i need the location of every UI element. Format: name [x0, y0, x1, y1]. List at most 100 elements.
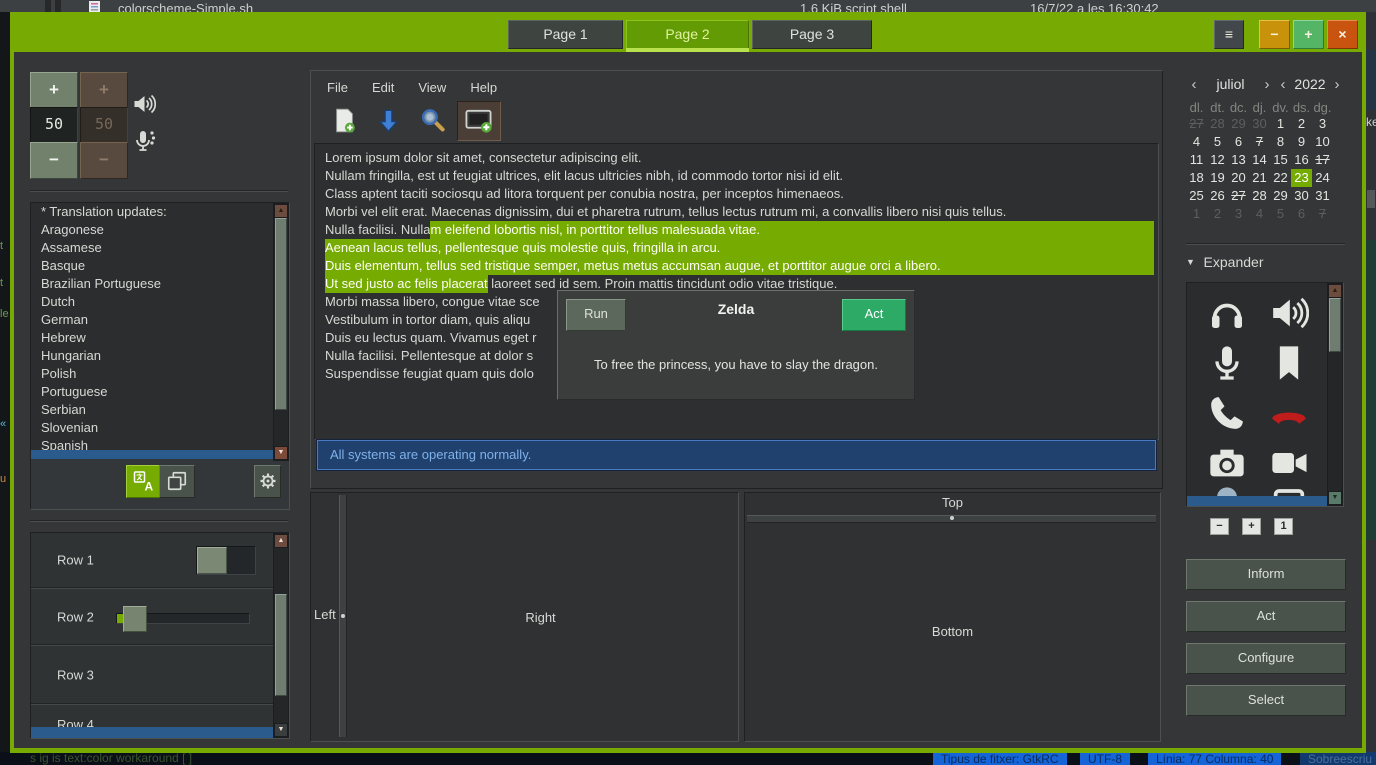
translation-item[interactable]: Brazilian Portuguese — [31, 275, 287, 293]
spin-down-button[interactable]: − — [30, 142, 78, 179]
calendar-day[interactable]: 27 — [1186, 115, 1207, 133]
calendar-day[interactable]: 7 — [1249, 133, 1270, 151]
configure-button[interactable]: Configure — [1186, 643, 1346, 674]
calendar-day[interactable]: 18 — [1186, 169, 1207, 187]
microphone-icon[interactable] — [1207, 343, 1247, 383]
inform-button[interactable]: Inform — [1186, 559, 1346, 590]
translation-item[interactable]: Slovenian — [31, 419, 287, 437]
maximize-button[interactable]: + — [1293, 20, 1324, 49]
calendar-day[interactable]: 9 — [1291, 133, 1312, 151]
minimize-button[interactable]: − — [1259, 20, 1290, 49]
calendar-next-year-icon[interactable]: › — [1329, 76, 1345, 93]
zoom-normal-button[interactable]: 1 — [1274, 518, 1293, 535]
scroll-up-icon[interactable]: ▲ — [274, 204, 288, 218]
calendar-day-selected[interactable]: 23 — [1291, 169, 1312, 187]
scroll-down-icon[interactable]: ▼ — [1328, 491, 1342, 505]
calendar-day[interactable]: 4 — [1186, 133, 1207, 151]
calendar-day[interactable]: 5 — [1207, 133, 1228, 151]
calendar-day[interactable]: 27 — [1228, 187, 1249, 205]
calendar-day[interactable]: 22 — [1270, 169, 1291, 187]
calendar-day[interactable]: 19 — [1207, 169, 1228, 187]
calendar-day[interactable]: 29 — [1228, 115, 1249, 133]
window-menu-button[interactable]: ≡ — [1214, 20, 1244, 49]
translations-list[interactable]: * Translation updates: Aragonese Assames… — [31, 203, 287, 459]
calendar-prev-month-icon[interactable]: ‹ — [1186, 76, 1202, 93]
scrollbar-thumb[interactable] — [275, 218, 287, 410]
calendar-day[interactable]: 10 — [1312, 133, 1333, 151]
translations-scrollbar[interactable]: ▲ ▼ — [273, 203, 289, 461]
bookmark-icon[interactable] — [1269, 343, 1309, 383]
calendar-day[interactable]: 2 — [1291, 115, 1312, 133]
calendar-day[interactable]: 1 — [1270, 115, 1291, 133]
calendar-day[interactable]: 3 — [1228, 205, 1249, 223]
scroll-down-icon[interactable]: ▼ — [274, 723, 288, 737]
selected-row-partial[interactable] — [31, 727, 274, 738]
calendar-day[interactable]: 1 — [1186, 205, 1207, 223]
calendar-day[interactable]: 12 — [1207, 151, 1228, 169]
translation-item[interactable]: Hebrew — [31, 329, 287, 347]
calendar-day[interactable]: 30 — [1249, 115, 1270, 133]
copy-button[interactable] — [159, 465, 195, 498]
calendar-day[interactable]: 14 — [1249, 151, 1270, 169]
tab-page-2[interactable]: Page 2 — [626, 20, 749, 49]
calendar-next-month-icon[interactable]: › — [1259, 76, 1275, 93]
display-add-button-pressed[interactable] — [457, 101, 501, 141]
calendar-day[interactable]: 13 — [1228, 151, 1249, 169]
translation-item[interactable]: Assamese — [31, 239, 287, 257]
list-row-1[interactable]: Row 1 — [31, 533, 274, 588]
calendar-day[interactable]: 20 — [1228, 169, 1249, 187]
calendar-day[interactable]: 2 — [1207, 205, 1228, 223]
calendar-day[interactable]: 21 — [1249, 169, 1270, 187]
calendar-day[interactable]: 17 — [1312, 151, 1333, 169]
scrollbar-thumb[interactable] — [1329, 298, 1341, 352]
camera-icon[interactable] — [1207, 443, 1247, 483]
selected-row-partial[interactable] — [1187, 496, 1328, 506]
calendar-day[interactable]: 8 — [1270, 133, 1291, 151]
menu-help[interactable]: Help — [470, 77, 497, 99]
calendar-day[interactable]: 31 — [1312, 187, 1333, 205]
zoom-in-button[interactable]: + — [1242, 518, 1261, 535]
calendar-day[interactable]: 4 — [1249, 205, 1270, 223]
iconview-scrollbar[interactable]: ▲ ▼ — [1327, 283, 1343, 506]
save-icon[interactable] — [375, 107, 402, 134]
calendar-day[interactable]: 3 — [1312, 115, 1333, 133]
close-button[interactable]: × — [1327, 20, 1358, 49]
calendar-day[interactable]: 28 — [1207, 115, 1228, 133]
translate-button[interactable]: A — [126, 465, 161, 498]
spin-value[interactable]: 50 — [30, 107, 78, 144]
translation-item[interactable]: German — [31, 311, 287, 329]
translation-item[interactable]: Dutch — [31, 293, 287, 311]
spin-up-button[interactable]: + — [30, 72, 78, 109]
calendar-day[interactable]: 30 — [1291, 187, 1312, 205]
headphones-icon[interactable] — [1207, 293, 1247, 333]
calendar-day[interactable]: 5 — [1270, 205, 1291, 223]
slider-knob[interactable] — [123, 606, 147, 632]
video-camera-icon[interactable] — [1269, 443, 1309, 483]
search-icon[interactable] — [419, 107, 446, 134]
phone-hangup-icon[interactable] — [1269, 393, 1309, 433]
translation-item[interactable]: Hungarian — [31, 347, 287, 365]
scroll-down-icon[interactable]: ▼ — [274, 446, 288, 460]
gear-button[interactable] — [254, 465, 281, 498]
act-button[interactable]: Act — [842, 299, 906, 331]
scroll-up-icon[interactable]: ▲ — [1328, 284, 1342, 298]
calendar-day[interactable]: 26 — [1207, 187, 1228, 205]
calendar-prev-year-icon[interactable]: ‹ — [1275, 76, 1291, 93]
list-row-3[interactable]: Row 3 — [31, 646, 274, 704]
scrollbar-thumb[interactable] — [275, 594, 287, 696]
translation-item[interactable]: Basque — [31, 257, 287, 275]
tab-page-3[interactable]: Page 3 — [752, 20, 872, 49]
phone-icon[interactable] — [1207, 393, 1247, 433]
calendar-day[interactable]: 28 — [1249, 187, 1270, 205]
zoom-out-button[interactable]: − — [1210, 518, 1229, 535]
menu-edit[interactable]: Edit — [372, 77, 394, 99]
list-row-2[interactable]: Row 2 — [31, 589, 274, 645]
selected-row-partial[interactable] — [31, 450, 287, 459]
translation-item[interactable]: Portuguese — [31, 383, 287, 401]
calendar-day[interactable]: 6 — [1291, 205, 1312, 223]
calendar-day[interactable]: 24 — [1312, 169, 1333, 187]
rows-scrollbar[interactable]: ▲ ▼ — [273, 533, 289, 738]
calendar-day[interactable]: 29 — [1270, 187, 1291, 205]
calendar-day[interactable]: 7 — [1312, 205, 1333, 223]
calendar-day[interactable]: 15 — [1270, 151, 1291, 169]
